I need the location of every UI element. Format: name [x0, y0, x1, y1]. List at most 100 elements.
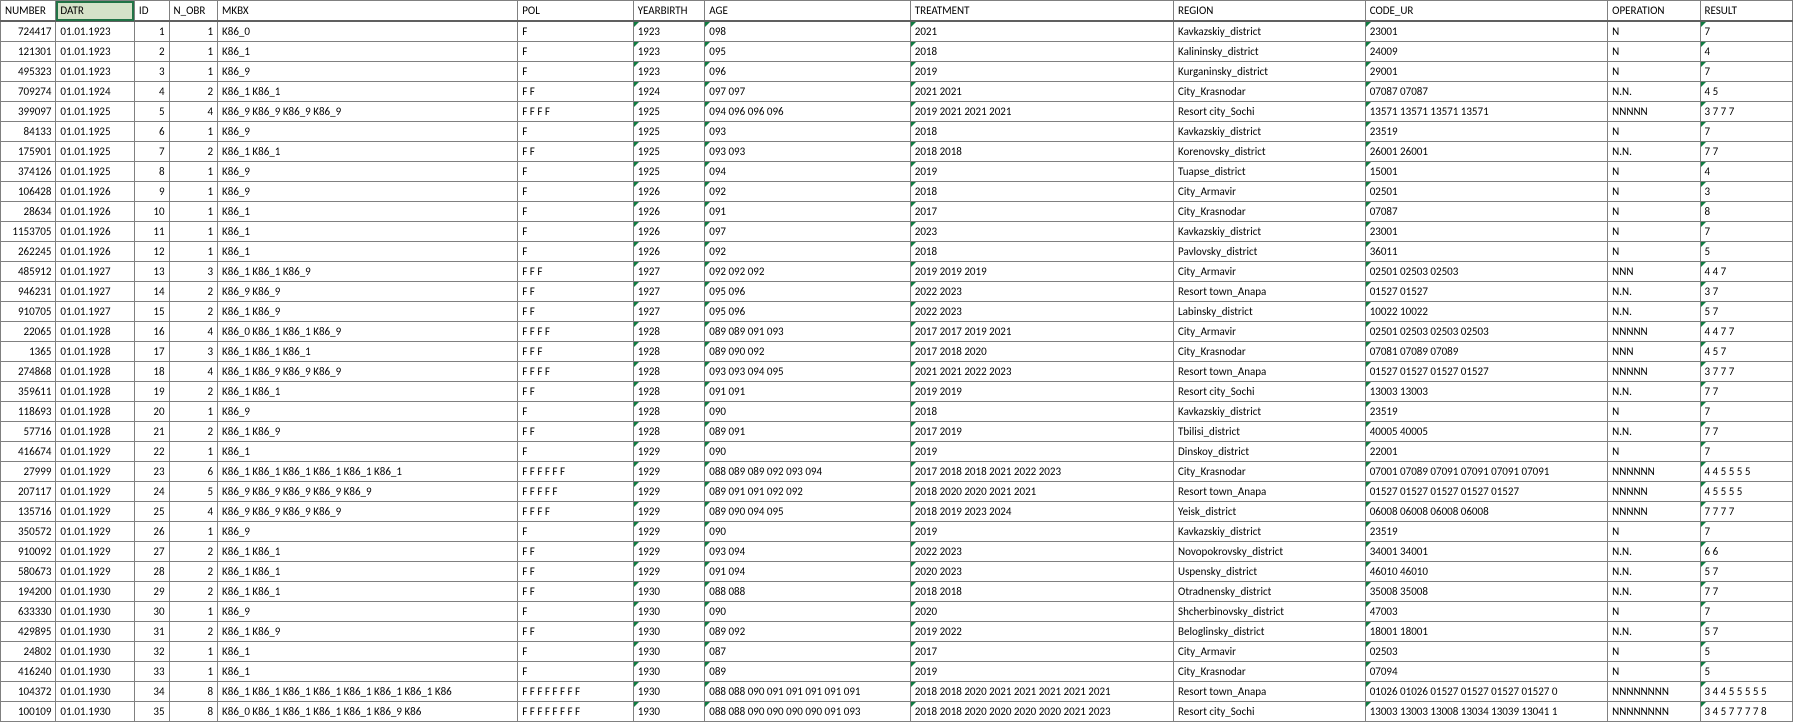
cell-pol[interactable]: F F F F F [518, 482, 633, 502]
cell-pol[interactable]: F F [518, 142, 633, 162]
cell-yearbirth[interactable]: 1924 [633, 82, 705, 102]
header-operation[interactable]: OPERATION [1608, 1, 1700, 22]
cell-n_obr[interactable]: 1 [169, 162, 217, 182]
cell-mkbx[interactable]: K86_0 K86_1 K86_1 K86_1 K86_1 K86_9 K86 [218, 702, 518, 722]
data-grid[interactable]: NUMBER DATR ID N_OBR MKBX POL YEARBIRTH … [0, 0, 1793, 722]
cell-treatment[interactable]: 2019 [910, 662, 1173, 682]
cell-region[interactable]: Kavkazskiy_district [1174, 222, 1366, 242]
cell-mkbx[interactable]: K86_1 [218, 662, 518, 682]
cell-code_ur[interactable]: 24009 [1365, 42, 1607, 62]
cell-region[interactable]: Shcherbinovsky_district [1174, 602, 1366, 622]
cell-age[interactable]: 089 089 091 093 [705, 322, 911, 342]
cell-treatment[interactable]: 2018 [910, 242, 1173, 262]
cell-mkbx[interactable]: K86_1 K86_9 [218, 302, 518, 322]
cell-operation[interactable]: N [1608, 602, 1700, 622]
cell-number[interactable]: 359611 [1, 382, 56, 402]
cell-yearbirth[interactable]: 1930 [633, 602, 705, 622]
cell-age[interactable]: 093 093 094 095 [705, 362, 911, 382]
cell-mkbx[interactable]: K86_9 [218, 122, 518, 142]
cell-yearbirth[interactable]: 1930 [633, 702, 705, 722]
cell-pol[interactable]: F F [518, 282, 633, 302]
cell-code_ur[interactable]: 06008 06008 06008 06008 [1365, 502, 1607, 522]
cell-code_ur[interactable]: 10022 10022 [1365, 302, 1607, 322]
cell-region[interactable]: Dinskoy_district [1174, 442, 1366, 462]
cell-result[interactable]: 4 4 7 7 [1700, 322, 1792, 342]
cell-code_ur[interactable]: 07081 07089 07089 [1365, 342, 1607, 362]
cell-operation[interactable]: NNN [1608, 342, 1700, 362]
cell-operation[interactable]: N.N. [1608, 302, 1700, 322]
cell-code_ur[interactable]: 07087 07087 [1365, 82, 1607, 102]
cell-code_ur[interactable]: 46010 46010 [1365, 562, 1607, 582]
cell-age[interactable]: 089 090 094 095 [705, 502, 911, 522]
cell-pol[interactable]: F [518, 182, 633, 202]
cell-n_obr[interactable]: 1 [169, 42, 217, 62]
cell-id[interactable]: 17 [134, 342, 169, 362]
cell-age[interactable]: 094 096 096 096 [705, 102, 911, 122]
cell-treatment[interactable]: 2019 2019 [910, 382, 1173, 402]
cell-yearbirth[interactable]: 1930 [633, 622, 705, 642]
cell-age[interactable]: 089 091 091 092 092 [705, 482, 911, 502]
cell-result[interactable]: 7 7 [1700, 142, 1792, 162]
cell-result[interactable]: 6 6 [1700, 542, 1792, 562]
cell-region[interactable]: Kurganinsky_district [1174, 62, 1366, 82]
cell-code_ur[interactable]: 07094 [1365, 662, 1607, 682]
cell-datr[interactable]: 01.01.1930 [56, 702, 135, 722]
cell-region[interactable]: Kavkazskiy_district [1174, 402, 1366, 422]
cell-datr[interactable]: 01.01.1929 [56, 542, 135, 562]
cell-pol[interactable]: F F [518, 302, 633, 322]
cell-age[interactable]: 090 [705, 602, 911, 622]
cell-yearbirth[interactable]: 1930 [633, 642, 705, 662]
cell-number[interactable]: 633330 [1, 602, 56, 622]
cell-n_obr[interactable]: 1 [169, 662, 217, 682]
cell-id[interactable]: 23 [134, 462, 169, 482]
cell-datr[interactable]: 01.01.1930 [56, 582, 135, 602]
cell-code_ur[interactable]: 36011 [1365, 242, 1607, 262]
cell-id[interactable]: 13 [134, 262, 169, 282]
cell-code_ur[interactable]: 02501 02503 02503 02503 [1365, 322, 1607, 342]
cell-number[interactable]: 104372 [1, 682, 56, 702]
cell-result[interactable]: 7 [1700, 62, 1792, 82]
cell-number[interactable]: 709274 [1, 82, 56, 102]
cell-region[interactable]: Resort town_Anapa [1174, 282, 1366, 302]
cell-treatment[interactable]: 2018 2018 2020 2020 2020 2020 2021 2023 [910, 702, 1173, 722]
cell-code_ur[interactable]: 47003 [1365, 602, 1607, 622]
cell-mkbx[interactable]: K86_1 [218, 242, 518, 262]
cell-yearbirth[interactable]: 1930 [633, 662, 705, 682]
cell-age[interactable]: 093 093 [705, 142, 911, 162]
cell-mkbx[interactable]: K86_9 [218, 522, 518, 542]
cell-age[interactable]: 088 088 090 091 091 091 091 091 [705, 682, 911, 702]
cell-treatment[interactable]: 2019 [910, 522, 1173, 542]
header-pol[interactable]: POL [518, 1, 633, 22]
cell-yearbirth[interactable]: 1928 [633, 382, 705, 402]
cell-region[interactable]: City_Armavir [1174, 262, 1366, 282]
cell-result[interactable]: 4 5 [1700, 82, 1792, 102]
cell-mkbx[interactable]: K86_1 K86_1 [218, 382, 518, 402]
cell-number[interactable]: 118693 [1, 402, 56, 422]
cell-region[interactable]: City_Armavir [1174, 322, 1366, 342]
cell-code_ur[interactable]: 23519 [1365, 402, 1607, 422]
cell-n_obr[interactable]: 2 [169, 282, 217, 302]
cell-age[interactable]: 089 091 [705, 422, 911, 442]
cell-region[interactable]: Tuapse_district [1174, 162, 1366, 182]
cell-id[interactable]: 15 [134, 302, 169, 322]
cell-pol[interactable]: F F F F [518, 502, 633, 522]
cell-id[interactable]: 24 [134, 482, 169, 502]
cell-yearbirth[interactable]: 1930 [633, 682, 705, 702]
cell-pol[interactable]: F [518, 21, 633, 42]
header-age[interactable]: AGE [705, 1, 911, 22]
cell-number[interactable]: 374126 [1, 162, 56, 182]
cell-number[interactable]: 1365 [1, 342, 56, 362]
cell-age[interactable]: 088 088 [705, 582, 911, 602]
cell-treatment[interactable]: 2019 2022 [910, 622, 1173, 642]
cell-id[interactable]: 27 [134, 542, 169, 562]
cell-n_obr[interactable]: 1 [169, 442, 217, 462]
cell-id[interactable]: 16 [134, 322, 169, 342]
cell-datr[interactable]: 01.01.1930 [56, 682, 135, 702]
cell-yearbirth[interactable]: 1928 [633, 322, 705, 342]
cell-yearbirth[interactable]: 1928 [633, 422, 705, 442]
cell-mkbx[interactable]: K86_1 [218, 202, 518, 222]
cell-age[interactable]: 094 [705, 162, 911, 182]
cell-n_obr[interactable]: 2 [169, 82, 217, 102]
cell-result[interactable]: 3 4 4 5 5 5 5 5 [1700, 682, 1792, 702]
cell-operation[interactable]: N [1608, 222, 1700, 242]
